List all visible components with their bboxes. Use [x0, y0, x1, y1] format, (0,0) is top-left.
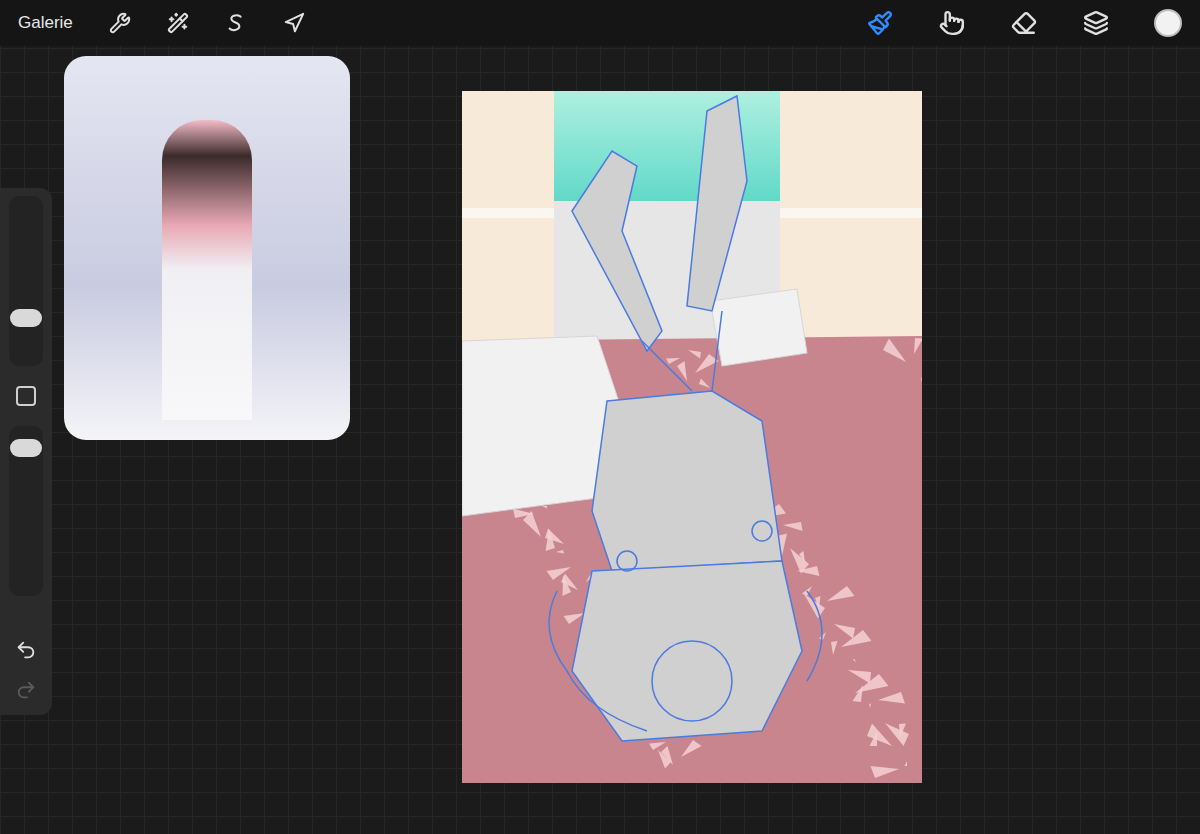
reference-window[interactable] [64, 56, 350, 440]
canvas[interactable] [462, 91, 922, 783]
transform-arrow-icon [283, 12, 305, 34]
tool-button[interactable] [225, 12, 247, 34]
slider-thumb[interactable] [10, 309, 42, 327]
tool-button[interactable] [283, 12, 305, 34]
tool-button[interactable] [109, 12, 131, 34]
color-swatch[interactable] [1154, 9, 1182, 37]
tool-button[interactable] [938, 9, 966, 37]
selection-icon [225, 12, 247, 34]
artwork-drawing[interactable] [462, 91, 922, 783]
smudge-icon [939, 10, 965, 36]
modify-button[interactable] [16, 386, 36, 406]
tool-button[interactable] [1082, 9, 1110, 37]
layers-icon [1083, 10, 1109, 36]
undo-icon[interactable] [15, 639, 37, 661]
tool-button[interactable] [1010, 9, 1038, 37]
brush-size-slider[interactable] [9, 196, 43, 366]
procreate-screen: Galerie [0, 0, 1200, 834]
slider-thumb[interactable] [10, 439, 42, 457]
side-panel [0, 188, 52, 715]
gallery-button[interactable]: Galerie [18, 10, 73, 36]
eraser-icon [1011, 10, 1037, 36]
top-toolbar: Galerie [0, 0, 1200, 46]
magic-wand-icon [167, 12, 189, 34]
tool-button[interactable] [866, 9, 894, 37]
wrench-icon [109, 12, 131, 34]
opacity-slider[interactable] [9, 426, 43, 596]
brush-icon [867, 10, 893, 36]
redo-icon[interactable] [15, 679, 37, 701]
tool-button[interactable] [167, 12, 189, 34]
reference-image [64, 56, 350, 440]
